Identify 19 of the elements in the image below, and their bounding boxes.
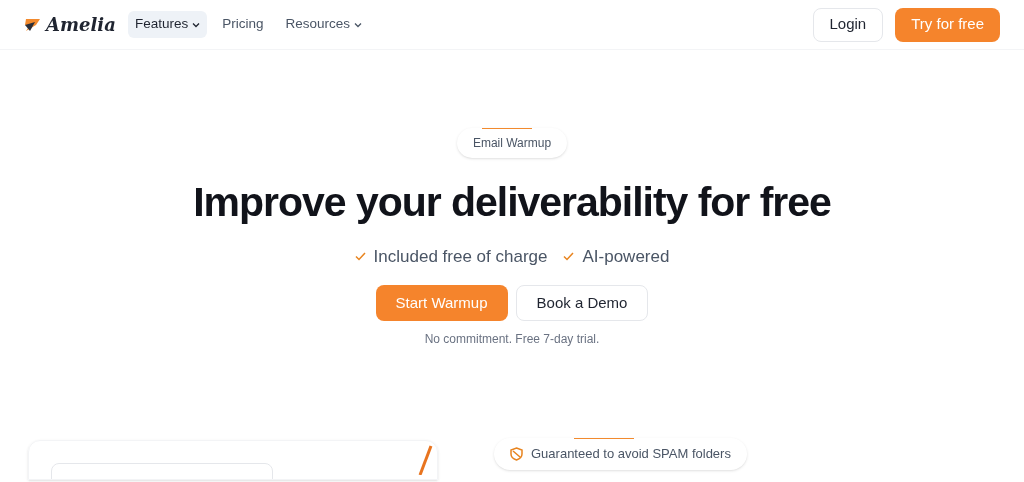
- feature-text: Included free of charge: [373, 245, 548, 268]
- nav-link[interactable]: Pricing: [215, 11, 271, 38]
- feature-text: AI-powered: [582, 245, 670, 268]
- logo-icon: [24, 16, 42, 33]
- check-icon: [563, 251, 575, 261]
- book-demo-button[interactable]: Book a Demo: [515, 285, 649, 321]
- login-button[interactable]: Login: [812, 7, 884, 42]
- trial-note: No commitment. Free 7-day trial.: [424, 331, 600, 348]
- chevron-down-icon: [192, 21, 201, 28]
- shield-icon: [510, 447, 523, 461]
- nav-link[interactable]: Features: [128, 11, 208, 38]
- nav-link[interactable]: Resources: [278, 11, 370, 38]
- badge-text: Guaranteed to avoid SPAM folders: [531, 445, 731, 464]
- slash-stroke-drawing: [417, 445, 433, 475]
- chevron-down-icon: [354, 21, 363, 28]
- check-icon: [354, 251, 366, 261]
- logo-text[interactable]: Amelia: [46, 11, 116, 38]
- section-badge: Email Warmup: [456, 128, 568, 158]
- hero-title: Improve your deliverability for free: [193, 178, 831, 227]
